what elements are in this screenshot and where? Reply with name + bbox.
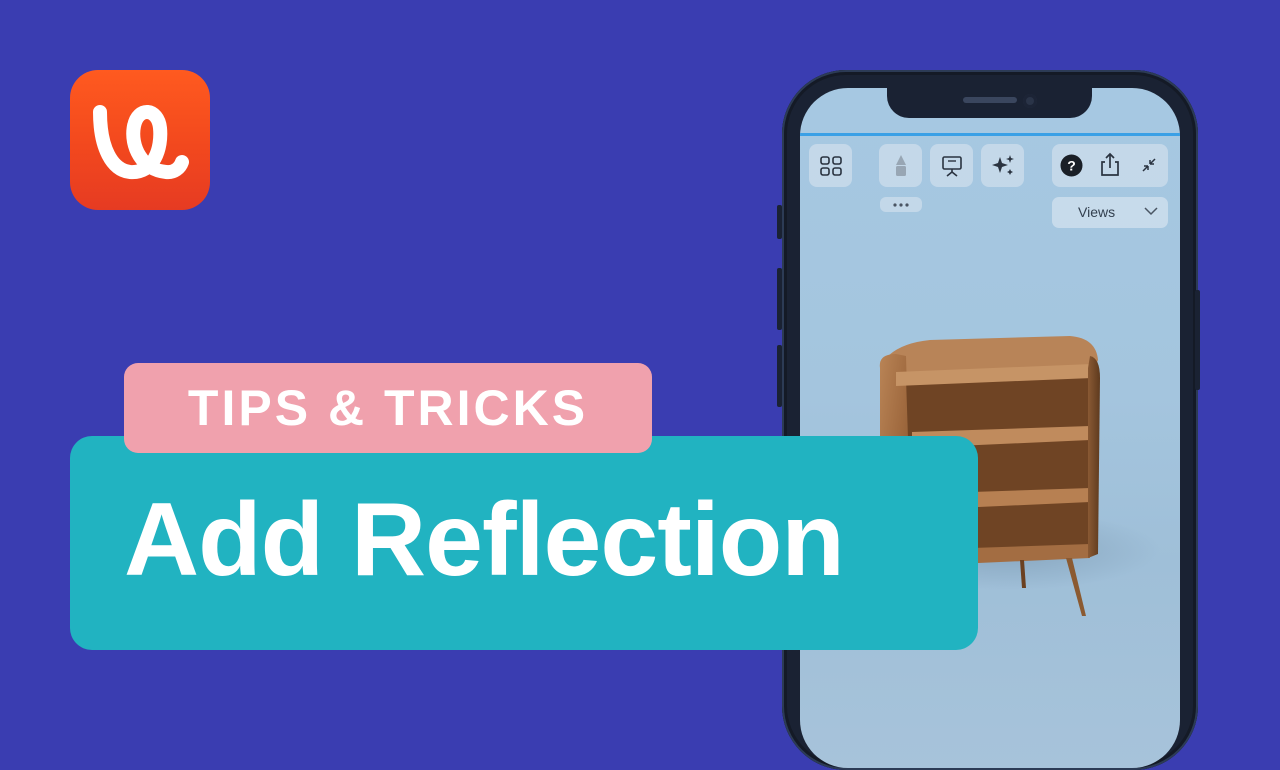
grid-icon bbox=[819, 155, 842, 176]
ai-button[interactable] bbox=[981, 144, 1024, 187]
chevron-down-icon bbox=[1144, 207, 1158, 216]
tips-label: TIPS & TRICKS bbox=[187, 380, 589, 436]
material-button[interactable] bbox=[879, 144, 922, 187]
collapse-icon bbox=[1142, 158, 1156, 172]
share-button[interactable] bbox=[1099, 152, 1121, 178]
paint-bucket-icon bbox=[895, 154, 906, 176]
phone-speaker bbox=[963, 97, 1017, 103]
app-logo bbox=[70, 70, 210, 210]
phone-power-button bbox=[1195, 290, 1200, 390]
svg-text:?: ? bbox=[1067, 158, 1076, 174]
help-button[interactable]: ? bbox=[1060, 154, 1083, 177]
grid-button[interactable] bbox=[809, 144, 852, 187]
tips-badge: TIPS & TRICKS bbox=[124, 363, 652, 453]
share-icon bbox=[1101, 152, 1119, 176]
phone-mute-switch bbox=[777, 205, 782, 239]
phone-camera bbox=[1023, 94, 1037, 108]
views-label: Views bbox=[1078, 204, 1116, 220]
title-text: Add Reflection bbox=[124, 482, 845, 598]
presentation-button[interactable] bbox=[930, 144, 973, 187]
more-button[interactable] bbox=[880, 197, 922, 212]
collapse-button[interactable] bbox=[1140, 156, 1158, 174]
phone-volume-up bbox=[777, 268, 782, 330]
right-toolbar: ? bbox=[1052, 144, 1168, 187]
phone-screen bbox=[800, 88, 1180, 768]
title-badge: Add Reflection bbox=[70, 436, 978, 650]
views-dropdown[interactable]: Views bbox=[1052, 197, 1168, 228]
sparkles-icon bbox=[991, 154, 1014, 175]
scene-canvas[interactable] bbox=[800, 88, 1180, 768]
more-icon bbox=[893, 202, 909, 207]
logo-mark-icon bbox=[93, 105, 189, 180]
phone-volume-down bbox=[777, 345, 782, 407]
help-icon: ? bbox=[1060, 154, 1083, 177]
presentation-icon bbox=[941, 155, 962, 177]
